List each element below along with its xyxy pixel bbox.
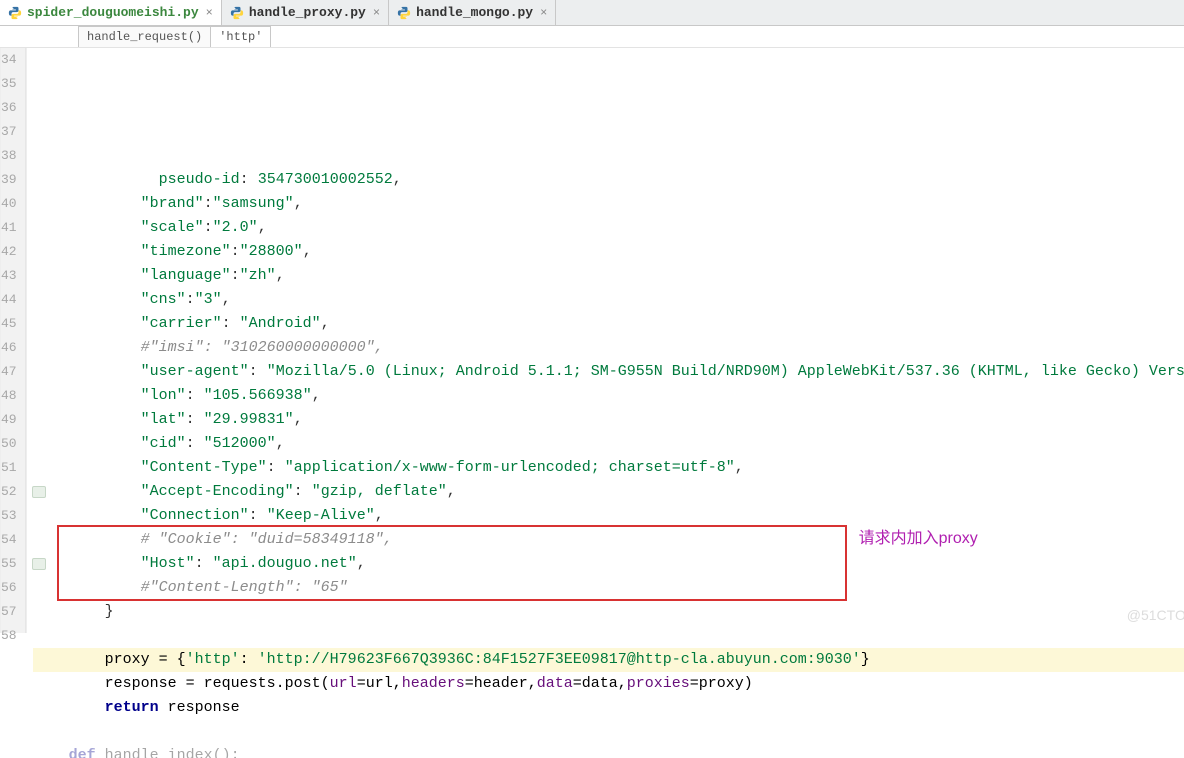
code-line[interactable]: "timezone":"28800", — [33, 240, 1184, 264]
tab-label: handle_mongo.py — [416, 5, 533, 20]
code-line[interactable]: "Host": "api.douguo.net", — [33, 552, 1184, 576]
python-file-icon — [397, 6, 411, 20]
code-line[interactable]: #"imsi": "310260000000000", — [33, 336, 1184, 360]
code-line[interactable]: "cid": "512000", — [33, 432, 1184, 456]
code-line[interactable]: "Content-Type": "application/x-www-form-… — [33, 456, 1184, 480]
line-gutter: 34 35 36 37 38 39 40 41 42 43 44 45 46 4… — [1, 48, 26, 633]
code-line[interactable]: def handle_index(): — [33, 744, 1184, 758]
code-line[interactable]: "lat": "29.99831", — [33, 408, 1184, 432]
code-line[interactable]: } — [33, 600, 1184, 624]
code-editor[interactable]: 34 35 36 37 38 39 40 41 42 43 44 45 46 4… — [0, 48, 1184, 633]
python-file-icon — [8, 6, 22, 20]
code-line[interactable] — [33, 720, 1184, 744]
code-line[interactable]: "brand":"samsung", — [33, 192, 1184, 216]
code-line[interactable]: "Connection": "Keep-Alive", — [33, 504, 1184, 528]
code-line[interactable]: "language":"zh", — [33, 264, 1184, 288]
annotation-text: 请求内加入proxy — [859, 527, 978, 551]
close-icon[interactable]: × — [371, 6, 382, 20]
code-line[interactable]: "carrier": "Android", — [33, 312, 1184, 336]
file-tab[interactable]: handle_mongo.py × — [389, 0, 556, 25]
watermark: @51CTO博客 — [1127, 603, 1184, 627]
code-line[interactable]: response = requests.post(url=url,headers… — [33, 672, 1184, 696]
breadcrumb: handle_request() 'http' — [0, 26, 1184, 48]
code-line[interactable]: proxy = {'http': 'http://H79623F667Q3936… — [33, 648, 1184, 672]
code-line[interactable]: "user-agent": "Mozilla/5.0 (Linux; Andro… — [33, 360, 1184, 384]
close-icon[interactable]: × — [204, 6, 215, 20]
close-icon[interactable]: × — [538, 6, 549, 20]
code-line[interactable]: # "Cookie": "duid=58349118", — [33, 528, 1184, 552]
tab-label: spider_douguomeishi.py — [27, 5, 199, 20]
editor-tabs: spider_douguomeishi.py × handle_proxy.py… — [0, 0, 1184, 26]
code-line[interactable]: return response — [33, 696, 1184, 720]
code-line[interactable]: "cns":"3", — [33, 288, 1184, 312]
code-line[interactable]: #"Content-Length": "65" — [33, 576, 1184, 600]
file-tab[interactable]: spider_douguomeishi.py × — [0, 0, 222, 25]
code-line[interactable] — [33, 624, 1184, 648]
code-line[interactable]: "scale":"2.0", — [33, 216, 1184, 240]
code-line[interactable]: "lon": "105.566938", — [33, 384, 1184, 408]
code-area[interactable]: 请求内加入proxy @51CTO博客 pseudo-id: 354730010… — [27, 48, 1184, 633]
code-line[interactable]: "Accept-Encoding": "gzip, deflate", — [33, 480, 1184, 504]
tab-label: handle_proxy.py — [249, 5, 366, 20]
breadcrumb-scope[interactable]: handle_request() — [78, 26, 211, 47]
file-tab[interactable]: handle_proxy.py × — [222, 0, 389, 25]
python-file-icon — [230, 6, 244, 20]
breadcrumb-token[interactable]: 'http' — [210, 26, 271, 47]
code-line[interactable]: pseudo-id: 354730010002552, — [33, 168, 1184, 192]
